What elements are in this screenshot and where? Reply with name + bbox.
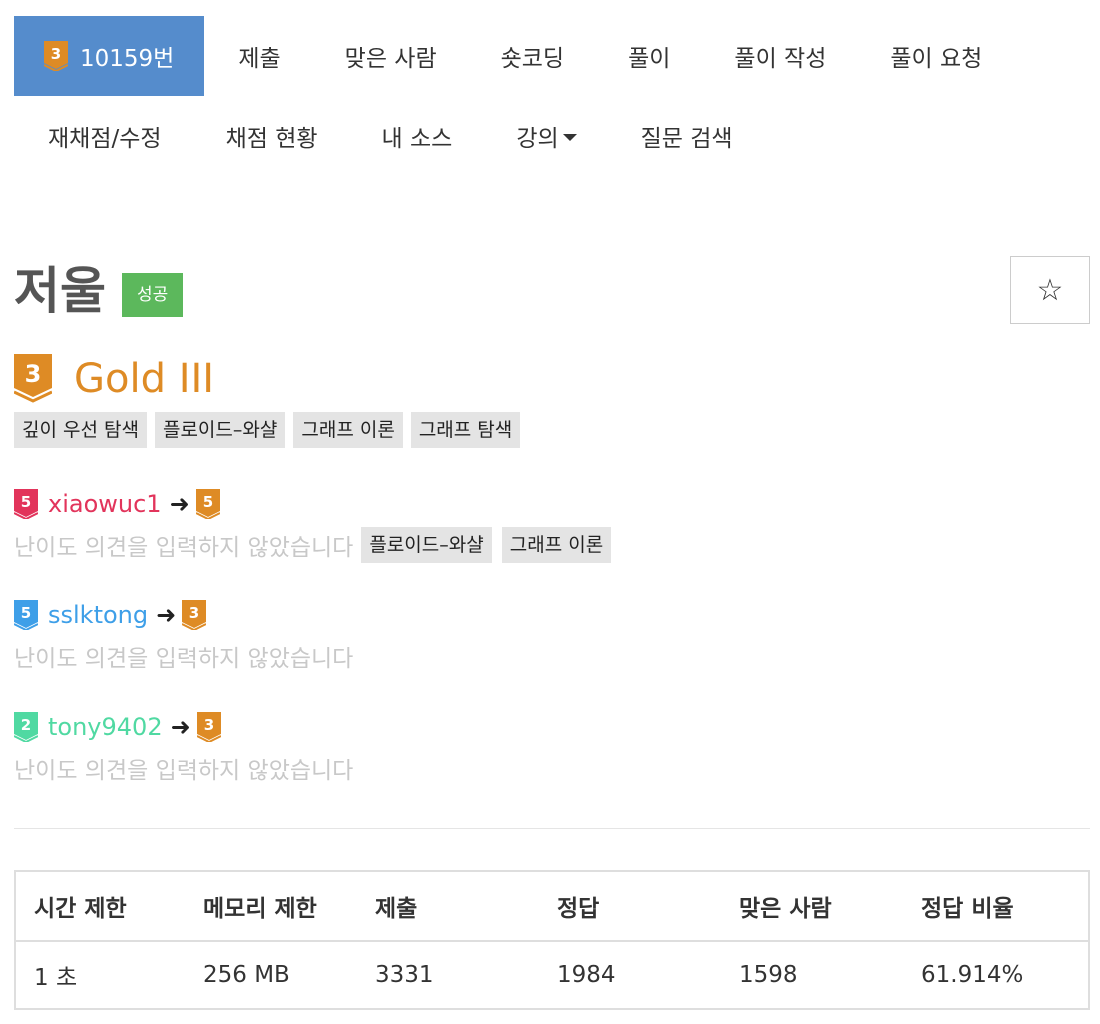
header-accept-rate: 정답 비율 [903, 871, 1089, 942]
accepted-value: 1984 [557, 962, 616, 988]
tag-graph-theory[interactable]: 그래프 이론 [293, 412, 403, 448]
tier-row: 3 Gold III [14, 352, 214, 406]
problem-nav: 3 10159번 제출 맞은 사람 숏코딩 풀이 풀이 작성 풀이 요청 재채점… [14, 16, 1090, 176]
contributor-opinion: 2 tony9402 ➜ 3 난이도 의견을 입력하지 않았습니다 [14, 709, 353, 787]
nav-judge-status[interactable]: 채점 현황 [226, 96, 318, 176]
gold-tier-badge-icon: 3 [14, 354, 52, 404]
accept-rate-value: 61.914% [921, 962, 1024, 988]
arrow-right-icon: ➜ [156, 601, 177, 629]
svg-text:5: 5 [202, 493, 212, 511]
memory-limit-value: 256 MB [203, 962, 290, 988]
solved-users-value: 1598 [739, 962, 798, 988]
user-link[interactable]: xiaowuc1 [48, 490, 162, 518]
nav-request-solution[interactable]: 풀이 요청 [890, 16, 982, 96]
nav-rejudge[interactable]: 재채점/수정 [48, 96, 162, 176]
tag-graph-theory[interactable]: 그래프 이론 [501, 527, 612, 563]
title-row: 저울 성공 [14, 258, 184, 324]
problem-stats-table: 시간 제한 메모리 제한 제출 정답 맞은 사람 정답 비율 1 초 256 M… [14, 870, 1090, 1010]
tag-dfs[interactable]: 깊이 우선 탐색 [14, 412, 147, 448]
tier-label: Gold III [74, 356, 215, 402]
platinum-tier-badge-icon: 2 [14, 712, 38, 742]
nav-solutions[interactable]: 풀이 [628, 16, 670, 96]
arrow-right-icon: ➜ [169, 490, 190, 518]
tag-floyd-warshall[interactable]: 플로이드–와샬 [361, 527, 492, 563]
nav-my-source[interactable]: 내 소스 [382, 96, 453, 176]
contributor-opinion: 5 sslktong ➜ 3 난이도 의견을 입력하지 않았습니다 [14, 597, 353, 675]
status-badge: 성공 [122, 273, 184, 317]
tier-num: 3 [25, 360, 42, 388]
time-limit-value: 1 초 [34, 965, 78, 991]
svg-text:5: 5 [21, 493, 31, 511]
svg-text:2: 2 [21, 716, 31, 734]
header-memory-limit: 메모리 제한 [185, 871, 357, 942]
star-button[interactable]: ☆ [1010, 256, 1090, 324]
nav-submit[interactable]: 제출 [238, 16, 280, 96]
tag-graph-search[interactable]: 그래프 탐색 [410, 412, 521, 448]
table-header-row: 시간 제한 메모리 제한 제출 정답 맞은 사람 정답 비율 [15, 871, 1089, 942]
submissions-value: 3331 [375, 962, 434, 988]
gold-tier-badge-icon: 3 [44, 41, 68, 71]
gold-tier-badge-icon: 3 [196, 712, 221, 742]
svg-text:3: 3 [189, 604, 199, 622]
header-time-limit: 시간 제한 [15, 871, 185, 942]
nav-correct-users[interactable]: 맞은 사람 [345, 16, 437, 96]
nav-row-1: 3 10159번 제출 맞은 사람 숏코딩 풀이 풀이 작성 풀이 요청 [14, 16, 1090, 96]
svg-text:5: 5 [21, 604, 31, 622]
gold-tier-badge-icon: 5 [195, 489, 220, 519]
arrow-right-icon: ➜ [170, 713, 191, 741]
ruby-tier-badge-icon: 5 [14, 489, 38, 519]
nav-short-coding[interactable]: 숏코딩 [501, 16, 564, 96]
divider [14, 828, 1090, 829]
nav-row-2: 재채점/수정 채점 현황 내 소스 강의 질문 검색 [14, 96, 1090, 176]
header-accepted: 정답 [539, 871, 721, 942]
contributor-opinion: 5 xiaowuc1 ➜ 5 난이도 의견을 입력하지 않았습니다 플로이드–와… [14, 486, 612, 564]
nav-write-solution[interactable]: 풀이 작성 [734, 16, 826, 96]
caret-down-icon [562, 133, 577, 141]
user-link[interactable]: sslktong [48, 601, 148, 629]
page-title: 저울 [14, 262, 106, 320]
algorithm-tags: 깊이 우선 탐색 플로이드–와샬 그래프 이론 그래프 탐색 [14, 412, 528, 448]
opinion-text: 난이도 의견을 입력하지 않았습니다 [14, 758, 354, 784]
gold-tier-badge-icon: 3 [182, 600, 207, 630]
nav-lectures-label: 강의 [516, 126, 559, 152]
opinion-text: 난이도 의견을 입력하지 않았습니다 [14, 535, 354, 561]
header-solved-users: 맞은 사람 [721, 871, 903, 942]
nav-problem-number[interactable]: 3 10159번 [14, 16, 205, 96]
star-icon: ☆ [1036, 272, 1064, 308]
table-row: 1 초 256 MB 3331 1984 1598 61.914% [15, 941, 1089, 1009]
user-link[interactable]: tony9402 [48, 713, 163, 741]
nav-lectures-dropdown[interactable]: 강의 [516, 96, 577, 176]
header-submissions: 제출 [357, 871, 539, 942]
svg-text:3: 3 [203, 716, 213, 734]
nav-problem-label: 10159번 [80, 46, 175, 72]
opinion-text: 난이도 의견을 입력하지 않았습니다 [14, 646, 354, 672]
diamond-tier-badge-icon: 5 [14, 600, 38, 630]
tag-floyd-warshall[interactable]: 플로이드–와샬 [154, 412, 286, 448]
nav-question-search[interactable]: 질문 검색 [641, 96, 733, 176]
nav-tier-num: 3 [51, 45, 61, 63]
